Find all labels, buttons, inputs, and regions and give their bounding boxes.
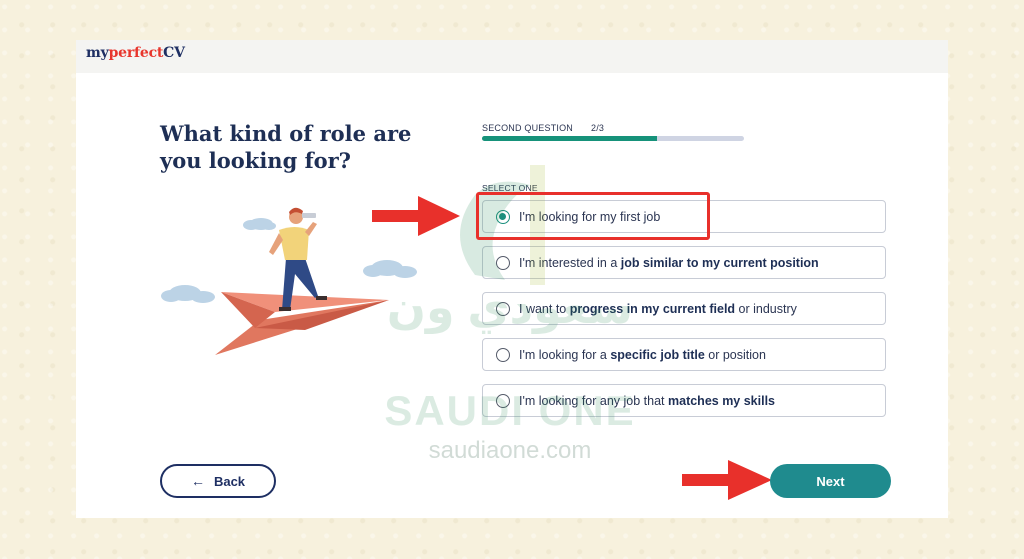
cloud-icon: [243, 218, 276, 230]
option-progress-field[interactable]: I want to progress in my current field o…: [482, 292, 886, 325]
annotation-highlight-box: [476, 192, 710, 240]
cloud-icon: [161, 285, 215, 303]
option-label: I want to progress in my current field o…: [519, 301, 797, 316]
logo[interactable]: myperfectCV: [86, 45, 185, 61]
progress-count: 2/3: [591, 123, 605, 133]
progress-fill: [482, 136, 657, 141]
option-similar-job[interactable]: I'm interested in a job similar to my cu…: [482, 246, 886, 279]
radio-empty-icon[interactable]: [496, 255, 510, 270]
radio-empty-icon[interactable]: [496, 393, 510, 408]
option-label: I'm looking for a specific job title or …: [519, 347, 766, 362]
radio-empty-icon[interactable]: [496, 347, 510, 362]
top-bar: myperfectCV: [76, 40, 948, 73]
option-label: I'm interested in a job similar to my cu…: [519, 255, 819, 270]
next-button[interactable]: Next: [770, 464, 891, 498]
back-arrow-icon: ←: [190, 473, 205, 489]
cloud-icon: [363, 260, 417, 278]
back-button[interactable]: ← Back: [160, 464, 276, 498]
option-label: I'm looking for any job that matches my …: [519, 393, 776, 408]
option-specific-title[interactable]: I'm looking for a specific job title or …: [482, 338, 886, 371]
radio-empty-icon[interactable]: [496, 301, 510, 316]
option-matches-skills[interactable]: I'm looking for any job that matches my …: [482, 384, 886, 417]
annotation-arrow-icon: [682, 460, 772, 500]
progress-label: SECOND QUESTION 2/3: [482, 123, 605, 133]
paper-plane-icon: [215, 292, 389, 355]
page-title: What kind of role are you looking for?: [160, 121, 412, 173]
annotation-arrow-icon: [372, 196, 460, 236]
progress-bar: [482, 136, 744, 141]
